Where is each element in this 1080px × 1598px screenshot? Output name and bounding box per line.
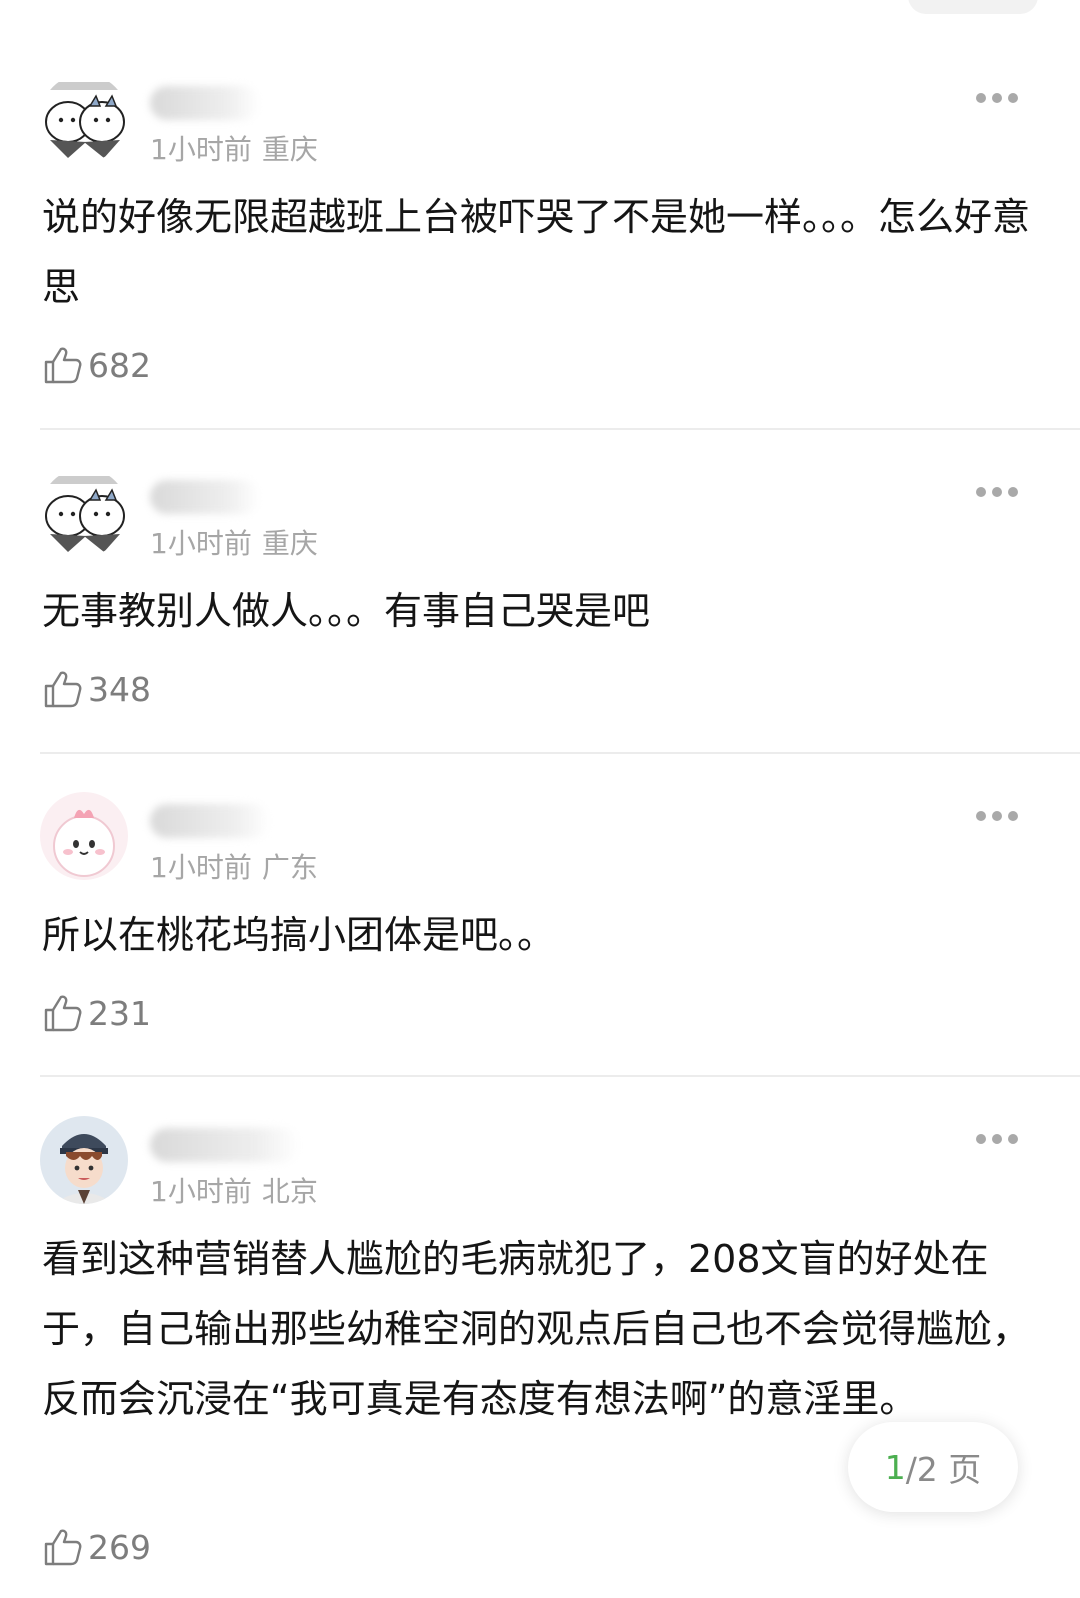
- divider: [40, 428, 1080, 430]
- comment-time: 1小时前: [150, 527, 252, 560]
- like-button[interactable]: 231: [42, 990, 151, 1036]
- avatar[interactable]: [40, 792, 128, 880]
- cartoon-animals-icon: [40, 468, 128, 556]
- username-blurred[interactable]: [150, 804, 270, 838]
- comment-meta: 1小时前 广东: [150, 846, 318, 886]
- avatar[interactable]: [40, 468, 128, 556]
- thumbs-up-icon: [44, 1529, 82, 1566]
- top-pill-button[interactable]: [908, 0, 1038, 14]
- cartoon-animals-icon: [40, 74, 128, 162]
- comment-text: 所以在桃花坞搞小团体是吧。。: [42, 913, 556, 957]
- username-blurred[interactable]: [150, 86, 260, 120]
- comment-time: 1小时前: [150, 1175, 252, 1208]
- anime-boy-icon: [40, 1116, 128, 1204]
- like-count: 682: [88, 345, 151, 385]
- comment-text: 说的好像无限超越班上台被吓哭了不是她一样。。。怎么好意思: [42, 195, 1031, 309]
- thumbs-up-icon: [44, 995, 82, 1032]
- comment-location: 广东: [261, 851, 318, 884]
- like-count: 348: [88, 669, 151, 709]
- more-options-icon[interactable]: [976, 486, 1018, 498]
- comment-meta: 1小时前 重庆: [150, 522, 318, 562]
- like-button[interactable]: 682: [42, 342, 151, 388]
- comment-meta: 1小时前 重庆: [150, 128, 318, 168]
- more-options-icon[interactable]: [976, 1133, 1018, 1145]
- page-indicator-button[interactable]: 1/2 页: [848, 1422, 1018, 1512]
- page-total: /2 页: [905, 1450, 982, 1489]
- divider: [40, 1075, 1080, 1077]
- thumbs-up-icon: [44, 671, 82, 708]
- comment-location: 北京: [261, 1175, 318, 1208]
- avatar[interactable]: [40, 1116, 128, 1204]
- like-button[interactable]: 348: [42, 666, 151, 712]
- thumbs-up-icon: [44, 347, 82, 384]
- more-options-icon[interactable]: [976, 810, 1018, 822]
- avatar[interactable]: [40, 74, 128, 162]
- page-current: 1: [884, 1447, 906, 1487]
- comment-text: 看到这种营销替人尴尬的毛病就犯了，208文盲的好处在于，自己输出那些幼稚空洞的观…: [42, 1237, 1031, 1421]
- more-options-icon[interactable]: [976, 92, 1018, 104]
- username-blurred[interactable]: [150, 1128, 300, 1162]
- like-count: 269: [88, 1527, 151, 1567]
- comment-text: 无事教别人做人。。。有事自己哭是吧: [42, 589, 651, 633]
- comment-location: 重庆: [261, 133, 318, 166]
- comment-meta: 1小时前 北京: [150, 1170, 318, 1210]
- like-count: 231: [88, 993, 151, 1033]
- comment-location: 重庆: [261, 527, 318, 560]
- divider: [40, 752, 1080, 754]
- pink-creature-icon: [40, 792, 128, 880]
- like-button[interactable]: 269: [42, 1524, 151, 1570]
- username-blurred[interactable]: [150, 480, 260, 514]
- comment-time: 1小时前: [150, 851, 252, 884]
- comment-time: 1小时前: [150, 133, 252, 166]
